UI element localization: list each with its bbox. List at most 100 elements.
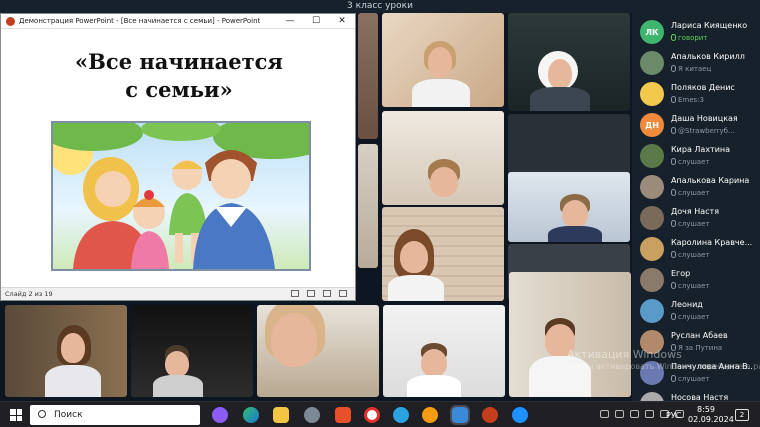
- participant-item[interactable]: Егор слушает: [634, 265, 754, 296]
- participant-status: Я за Путина: [671, 344, 753, 352]
- participant-item[interactable]: Дочя Настя слушает: [634, 203, 754, 234]
- activation-watermark-hint: Чтобы активировать Windows, перейдите в …: [567, 362, 760, 371]
- search-icon: [38, 410, 46, 418]
- participant-status-text: слушает: [678, 375, 710, 383]
- participant-name: Руслан Абаев: [671, 331, 728, 340]
- video-tile[interactable]: [382, 13, 504, 107]
- participant-status: говорит: [671, 34, 753, 42]
- participant-status: Я китаец: [671, 65, 753, 73]
- powerpoint-window[interactable]: Демонстрация PowerPoint - [Все начинаетс…: [0, 13, 356, 301]
- search-label: Поиск: [54, 410, 83, 420]
- participant-item[interactable]: Носова Настя: [634, 389, 754, 401]
- participant-status-text: Emes:3: [678, 96, 705, 104]
- participant-item[interactable]: Поляков Денис Emes:3: [634, 79, 754, 110]
- office-icon[interactable]: [335, 407, 351, 423]
- video-tile[interactable]: [383, 305, 505, 397]
- view-reading-icon[interactable]: [323, 290, 331, 297]
- slide-title: «Все начинается с семьи»: [9, 48, 349, 104]
- powerpoint-window-title: Демонстрация PowerPoint - [Все начинаетс…: [19, 17, 261, 25]
- participant-name: Лариса Киященко: [671, 21, 748, 30]
- participant-status: слушает: [671, 251, 753, 259]
- participant-status: слушает: [671, 189, 753, 197]
- telegram-icon[interactable]: [393, 407, 409, 423]
- tray-chevron-icon[interactable]: [600, 410, 609, 418]
- participant-status-text: слушает: [678, 220, 710, 228]
- video-tile[interactable]: [382, 207, 504, 301]
- close-icon[interactable]: ✕: [329, 14, 355, 29]
- participant-item[interactable]: ЛК Лариса Киященко говорит: [634, 17, 754, 48]
- mic-icon: [671, 313, 676, 320]
- participant-item[interactable]: Леонид слушает: [634, 296, 754, 327]
- participant-status: слушает: [671, 282, 753, 290]
- avatar: [640, 144, 664, 168]
- slide: «Все начинается с семьи»: [9, 31, 349, 287]
- minimize-icon[interactable]: —: [277, 14, 303, 29]
- participant-status-text: слушает: [678, 251, 710, 259]
- participants-list[interactable]: ЛК Лариса Киященко говорит Апальков Кири…: [634, 13, 754, 401]
- app-icon[interactable]: [304, 407, 320, 423]
- participant-name: Поляков Денис: [671, 83, 735, 92]
- avatar: [640, 175, 664, 199]
- assistant-icon[interactable]: [212, 407, 228, 423]
- participant-item[interactable]: Каролина Кравче... слушает: [634, 234, 754, 265]
- mic-icon: [671, 220, 676, 227]
- media-icon[interactable]: [422, 407, 438, 423]
- family-illustration: [51, 121, 311, 271]
- mic-icon: [671, 282, 676, 289]
- participant-name: Дочя Настя: [671, 207, 720, 216]
- participant-item[interactable]: ДН Даша Новицкая @Strawberryб...: [634, 110, 754, 141]
- participant-item[interactable]: Кира Лахтина слушает: [634, 141, 754, 172]
- clock[interactable]: 8:59 02.09.2024: [688, 405, 734, 425]
- participant-item[interactable]: Апалькова Карина слушает: [634, 172, 754, 203]
- participant-status-text: слушает: [678, 282, 710, 290]
- video-tile[interactable]: [131, 305, 253, 397]
- battery-icon[interactable]: [645, 410, 654, 418]
- network-icon[interactable]: [615, 410, 624, 418]
- maximize-icon[interactable]: ☐: [303, 14, 329, 29]
- yandex-browser-icon[interactable]: [364, 407, 380, 423]
- volume-icon[interactable]: [630, 410, 639, 418]
- screen-share-icon[interactable]: [450, 405, 470, 425]
- avatar: [640, 392, 664, 401]
- avatar: ДН: [640, 113, 664, 137]
- language-indicator[interactable]: РУС: [666, 411, 681, 420]
- view-slideshow-icon[interactable]: [339, 290, 347, 297]
- video-tile[interactable]: [257, 305, 379, 397]
- powerpoint-status-bar: Слайд 2 из 19: [1, 287, 355, 300]
- taskbar-search[interactable]: Поиск: [30, 405, 200, 425]
- participant-status-text: Я за Путина: [678, 344, 723, 352]
- video-tile[interactable]: [382, 111, 504, 205]
- participant-status: @Strawberryб...: [671, 127, 753, 135]
- mic-icon: [671, 96, 676, 103]
- video-tile[interactable]: [508, 172, 630, 242]
- video-tile[interactable]: [509, 272, 631, 397]
- participant-item[interactable]: Апальков Кирилл Я китаец: [634, 48, 754, 79]
- clock-date: 02.09.2024: [688, 415, 734, 424]
- video-tile[interactable]: [358, 144, 378, 268]
- activation-watermark: Активация Windows: [567, 348, 682, 361]
- participant-name: Леонид: [671, 300, 703, 309]
- participant-status: слушает: [671, 220, 753, 228]
- participant-name: Кира Лахтина: [671, 145, 731, 154]
- edge-icon[interactable]: [243, 407, 259, 423]
- video-tile[interactable]: [508, 13, 630, 111]
- powerpoint-title-bar[interactable]: Демонстрация PowerPoint - [Все начинаетс…: [1, 14, 355, 29]
- participant-status: слушает: [671, 158, 753, 166]
- mic-icon: [671, 251, 676, 258]
- slide-title-line2: с семьи»: [125, 77, 233, 102]
- view-normal-icon[interactable]: [291, 290, 299, 297]
- notifications-icon[interactable]: 2: [735, 409, 749, 421]
- video-tile[interactable]: [358, 13, 378, 139]
- powerpoint-taskbar-icon[interactable]: [482, 407, 498, 423]
- participant-name: Апалькова Карина: [671, 176, 750, 185]
- avatar: [640, 82, 664, 106]
- powerpoint-icon: [6, 16, 15, 26]
- video-tile[interactable]: [5, 305, 127, 397]
- slide-title-line1: «Все начинается: [75, 49, 283, 74]
- mic-icon: [671, 34, 676, 41]
- app-icon[interactable]: [512, 407, 528, 423]
- file-explorer-icon[interactable]: [273, 407, 289, 423]
- mic-icon: [671, 65, 676, 72]
- view-sorter-icon[interactable]: [307, 290, 315, 297]
- windows-start-icon[interactable]: [10, 409, 22, 421]
